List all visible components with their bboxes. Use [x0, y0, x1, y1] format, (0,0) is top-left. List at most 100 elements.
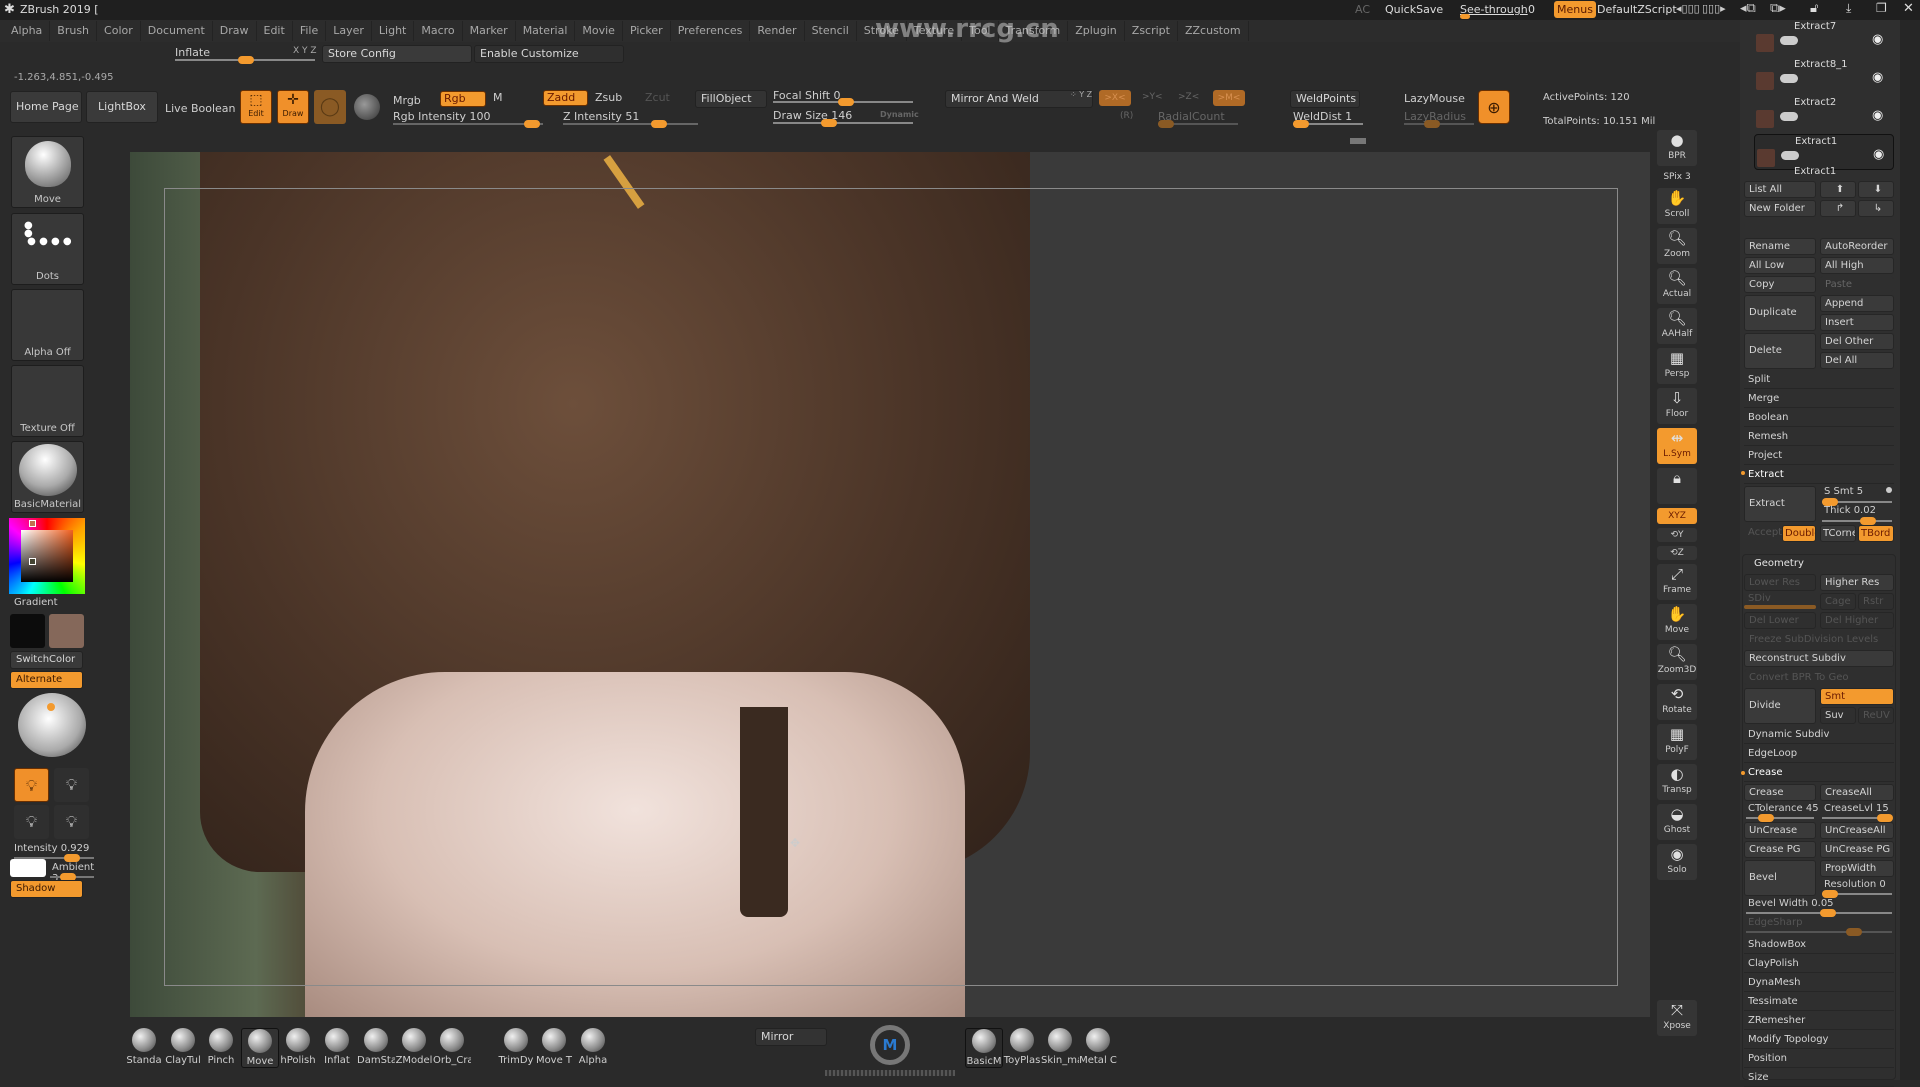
del-higher-button[interactable]: Del Higher [1820, 612, 1894, 629]
menu-brush[interactable]: Brush [50, 21, 98, 41]
move-down-button[interactable]: ⬇ [1858, 181, 1894, 198]
zoom3d-button[interactable]: 🔍︎ Zoom3D [1657, 644, 1697, 680]
rstr-button[interactable]: Rstr [1858, 593, 1894, 610]
menu-stencil[interactable]: Stencil [805, 21, 857, 41]
right-panel-scrollbar[interactable] [1900, 20, 1920, 1080]
menu-marker[interactable]: Marker [463, 21, 516, 41]
scroll-button[interactable]: ✋ Scroll [1657, 188, 1697, 224]
fill-object-button[interactable]: FillObject [695, 90, 767, 108]
ui-shrink-icon[interactable]: ◂▯▯▯ [1676, 2, 1700, 15]
light-1-toggle[interactable]: 💡︎ [14, 768, 49, 802]
dynamic-toggle[interactable]: Dynamic [880, 110, 919, 119]
inflate-slider[interactable] [175, 56, 315, 64]
lazy-radius-slider[interactable] [1404, 120, 1474, 128]
visibility-eye-icon[interactable]: ◉ [1873, 147, 1884, 162]
lower-res-button[interactable]: Lower Res [1744, 574, 1816, 591]
rotate-xyz-button[interactable]: XYZ [1657, 508, 1697, 524]
brush-shelf-item[interactable]: Move T [535, 1028, 573, 1066]
sdiv-slider[interactable] [1744, 605, 1816, 609]
crease-pg-button[interactable]: Crease PG [1744, 841, 1816, 858]
material-shelf-item[interactable]: BasicM [965, 1028, 1003, 1068]
lazy-mouse-toggle[interactable]: LazyMouse [1404, 92, 1465, 105]
z-intensity-slider[interactable] [563, 120, 698, 128]
light-3-toggle[interactable]: 💡︎ [14, 805, 49, 839]
position-menu[interactable]: Position [1744, 1050, 1894, 1068]
default-zscript-button[interactable]: DefaultZScript [1597, 3, 1677, 16]
focal-shift-slider[interactable] [773, 98, 913, 106]
ghost-button[interactable]: ◒ Ghost [1657, 804, 1697, 840]
remesh-menu[interactable]: Remesh [1744, 428, 1894, 446]
brush-shelf-item[interactable]: Inflat [318, 1028, 356, 1066]
del-lower-button[interactable]: Del Lower [1744, 612, 1816, 629]
extract-button[interactable]: Extract [1744, 486, 1816, 522]
rotate-y-button[interactable]: ⟲Y [1657, 528, 1697, 542]
menu-picker[interactable]: Picker [623, 21, 671, 41]
edge-sharp-slider[interactable] [1746, 928, 1892, 936]
dynamic-persp-button[interactable]: ⊕ [1478, 90, 1510, 124]
visibility-eye-icon[interactable]: ◉ [1872, 108, 1883, 123]
polyframe-button[interactable]: ▦ PolyF [1657, 724, 1697, 760]
crease-button[interactable]: Crease [1744, 784, 1816, 801]
zremesher-menu[interactable]: ZRemesher [1744, 1012, 1894, 1030]
menu-render[interactable]: Render [750, 21, 805, 41]
insert-button[interactable]: Insert [1820, 314, 1894, 331]
rename-button[interactable]: Rename [1744, 238, 1816, 255]
texture-selector[interactable]: Texture Off [11, 365, 84, 437]
append-button[interactable]: Append [1820, 295, 1894, 312]
accept-button[interactable]: Accept [1748, 527, 1782, 538]
menus-toggle[interactable]: Menus [1554, 1, 1596, 18]
actual-button[interactable]: 🔍︎ Actual [1657, 268, 1697, 304]
menu-edit[interactable]: Edit [257, 21, 293, 41]
bevel-resolution-slider[interactable] [1822, 890, 1892, 898]
suv-toggle[interactable]: Suv [1820, 707, 1856, 724]
list-all-button[interactable]: List All [1744, 181, 1816, 198]
canvas-viewport[interactable]: ✥ [130, 152, 1650, 1017]
ambient-slider[interactable] [50, 873, 94, 881]
brush-shelf-item[interactable]: Pinch [202, 1028, 240, 1066]
prev-layout-icon[interactable]: ◂⧉ [1740, 1, 1756, 16]
light-color-swatch[interactable] [10, 859, 46, 877]
restore-icon[interactable]: ❐ [1876, 1, 1887, 15]
all-high-button[interactable]: All High [1820, 257, 1894, 274]
z-symmetry-toggle[interactable]: >Z< [1178, 92, 1199, 102]
hue-marker[interactable] [29, 520, 36, 527]
frame-button[interactable]: ⤢ Frame [1657, 564, 1697, 600]
store-config-button[interactable]: Store Config [322, 45, 472, 63]
close-icon[interactable]: ✕ [1903, 1, 1914, 16]
crease-level-slider[interactable] [1822, 814, 1893, 822]
brush-shelf-item[interactable]: hPolish [279, 1028, 317, 1066]
weld-dist-slider[interactable] [1293, 120, 1363, 128]
edgeloop-menu[interactable]: EdgeLoop [1744, 745, 1894, 763]
move-button[interactable]: ✋ Move [1657, 604, 1697, 640]
mirror-button[interactable]: Mirror [755, 1028, 827, 1046]
crease-all-button[interactable]: CreaseAll [1820, 784, 1894, 801]
minimize-icon[interactable]: ⤓ [1846, 1, 1851, 16]
light-4-toggle[interactable]: 💡︎ [54, 805, 89, 839]
material-shelf-item[interactable]: Metal C [1079, 1028, 1117, 1066]
duplicate-button[interactable]: Duplicate [1744, 295, 1816, 331]
extract-section-header[interactable]: Extract [1744, 466, 1894, 484]
freeze-subdivision-button[interactable]: Freeze SubDivision Levels [1744, 631, 1894, 648]
ctolerance-slider[interactable] [1746, 814, 1814, 822]
geometry-header[interactable]: Geometry [1754, 558, 1804, 569]
local-symmetry-button[interactable]: ⇹ L.Sym [1657, 428, 1697, 464]
color-picker-square[interactable] [21, 530, 73, 582]
brush-shelf-item[interactable]: ClayTul [164, 1028, 202, 1066]
subtool-item[interactable]: Extract1 ◉ [1754, 134, 1894, 170]
menu-file[interactable]: File [293, 21, 327, 41]
scale-mode-icon[interactable] [354, 94, 380, 120]
uncrease-pg-button[interactable]: UnCrease PG [1820, 841, 1894, 858]
reconstruct-subdiv-button[interactable]: Reconstruct Subdiv [1744, 650, 1894, 667]
del-all-button[interactable]: Del All [1820, 352, 1894, 369]
brush-shelf-item[interactable]: Standa [125, 1028, 163, 1066]
gradient-label[interactable]: Gradient [14, 597, 58, 608]
tessimate-menu[interactable]: Tessimate [1744, 993, 1894, 1011]
alpha-selector[interactable]: Alpha Off [11, 289, 84, 361]
mrgb-toggle[interactable]: Mrgb [393, 94, 421, 107]
del-other-button[interactable]: Del Other [1820, 333, 1894, 350]
uncrease-all-button[interactable]: UnCreaseAll [1820, 822, 1894, 839]
visibility-eye-icon[interactable]: ◉ [1872, 32, 1883, 47]
secondary-color-swatch[interactable] [10, 614, 45, 648]
boolean-menu[interactable]: Boolean [1744, 409, 1894, 427]
down-right-arrow-button[interactable]: ↳ [1858, 200, 1894, 217]
